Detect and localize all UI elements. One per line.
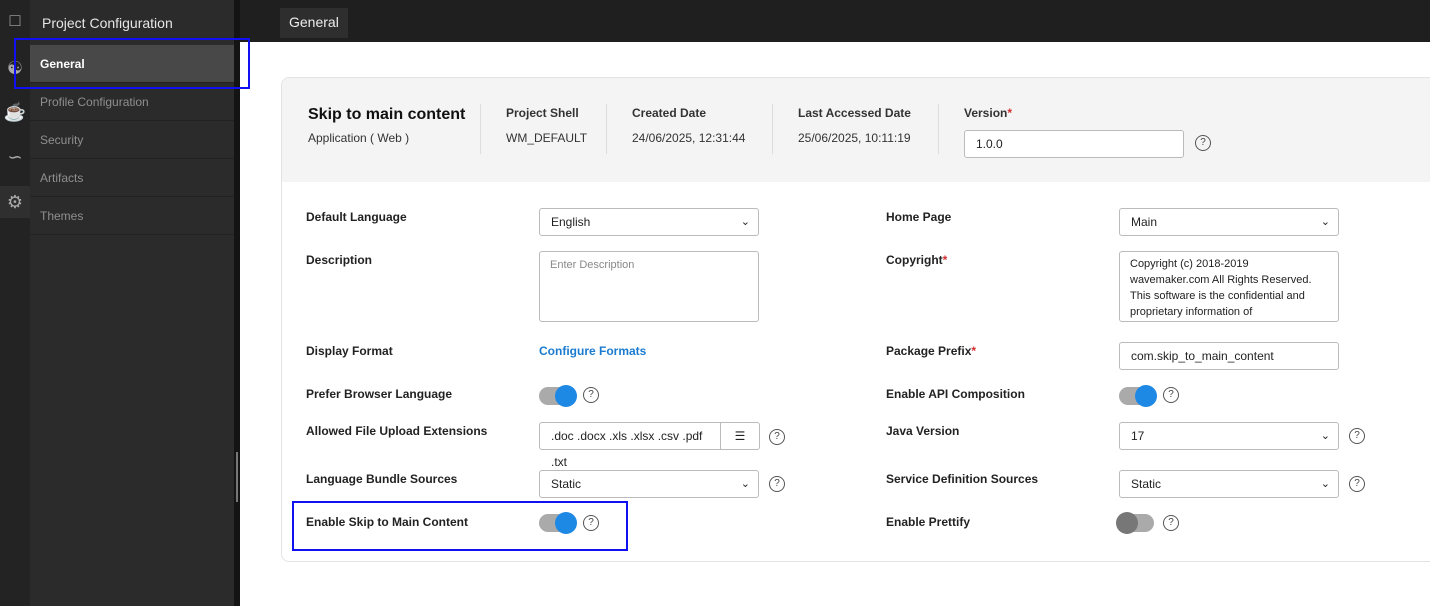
chevron-down-icon: ⌄ [740, 478, 750, 490]
panel-resizer[interactable] [234, 0, 240, 606]
prettify-toggle[interactable] [1116, 512, 1154, 534]
chevron-down-icon: ⌄ [1320, 216, 1330, 228]
gear-icon[interactable]: ⚙ [0, 186, 30, 218]
tab-general[interactable]: General [280, 8, 348, 38]
help-icon[interactable]: ? [1163, 515, 1179, 531]
help-icon[interactable]: ? [1163, 387, 1179, 403]
allowed-extensions-label: Allowed File Upload Extensions [306, 424, 488, 438]
project-type: Application ( Web ) [308, 131, 410, 145]
sidebar: Project Configuration General Profile Co… [30, 0, 234, 606]
home-page-label: Home Page [886, 210, 952, 224]
sidebar-title: Project Configuration [42, 15, 173, 31]
home-page-select[interactable]: Main ⌄ [1119, 208, 1339, 236]
java-version-select[interactable]: 17 ⌄ [1119, 422, 1339, 450]
accessed-value: 25/06/2025, 10:11:19 [798, 131, 911, 145]
highlight-annotation [292, 501, 628, 551]
help-icon[interactable]: ? [1349, 476, 1365, 492]
prefer-browser-language-toggle[interactable] [539, 385, 577, 407]
copyright-label: Copyright* [886, 253, 948, 267]
help-icon[interactable]: ? [769, 476, 785, 492]
help-icon[interactable]: ? [1349, 428, 1365, 444]
highlight-annotation [14, 38, 250, 89]
version-input[interactable]: 1.0.0 [964, 130, 1184, 158]
package-prefix-label: Package Prefix* [886, 344, 977, 358]
resize-grip[interactable] [236, 452, 238, 502]
pages-icon[interactable]: □ [0, 5, 30, 35]
display-format-label: Display Format [306, 344, 393, 358]
copyright-input[interactable]: Copyright (c) 2018-2019 wavemaker.com Al… [1119, 251, 1339, 322]
project-name: Skip to main content [308, 106, 466, 123]
sidebar-item-artifacts[interactable]: Artifacts [30, 159, 234, 197]
service-definition-select[interactable]: Static ⌄ [1119, 470, 1339, 498]
shell-label: Project Shell [506, 106, 579, 120]
shell-value: WM_DEFAULT [506, 131, 588, 145]
help-icon[interactable]: ? [1195, 135, 1211, 151]
default-language-label: Default Language [306, 210, 407, 224]
created-label: Created Date [632, 106, 707, 120]
prefer-browser-language-label: Prefer Browser Language [306, 387, 453, 401]
chevron-down-icon: ⌄ [1320, 430, 1330, 442]
java-icon[interactable]: ☕ [0, 97, 30, 127]
list-icon-button[interactable]: ☰ [720, 422, 760, 450]
workflow-icon[interactable]: ∽ [0, 142, 30, 172]
language-bundle-select[interactable]: Static ⌄ [539, 470, 759, 498]
accessed-label: Last Accessed Date [798, 106, 911, 120]
description-label: Description [306, 253, 373, 267]
chevron-down-icon: ⌄ [1320, 478, 1330, 490]
description-input[interactable]: Enter Description [539, 251, 759, 322]
language-bundle-label: Language Bundle Sources [306, 472, 458, 486]
allowed-extensions-input[interactable]: .doc .docx .xls .xlsx .csv .pdf .txt [539, 422, 721, 469]
help-icon[interactable]: ? [769, 429, 785, 445]
help-icon[interactable]: ? [583, 387, 599, 403]
icon-rail: □ ☯ ☕ ∽ ⚙ [0, 0, 30, 606]
api-composition-toggle[interactable] [1119, 385, 1157, 407]
sidebar-item-security[interactable]: Security [30, 121, 234, 159]
project-header: Skip to main content Application ( Web )… [282, 78, 1430, 182]
package-prefix-input[interactable]: com.skip_to_main_content [1119, 342, 1339, 370]
created-value: 24/06/2025, 12:31:44 [632, 131, 746, 145]
sidebar-item-themes[interactable]: Themes [30, 197, 234, 235]
version-label: Version* [964, 106, 1013, 120]
prettify-label: Enable Prettify [886, 515, 971, 529]
configure-formats-link[interactable]: Configure Formats [539, 344, 646, 358]
api-composition-label: Enable API Composition [886, 387, 1025, 401]
top-bar: General [240, 0, 1430, 42]
default-language-select[interactable]: English ⌄ [539, 208, 759, 236]
chevron-down-icon: ⌄ [740, 216, 750, 228]
service-definition-label: Service Definition Sources [886, 472, 1039, 486]
java-version-label: Java Version [886, 424, 960, 438]
